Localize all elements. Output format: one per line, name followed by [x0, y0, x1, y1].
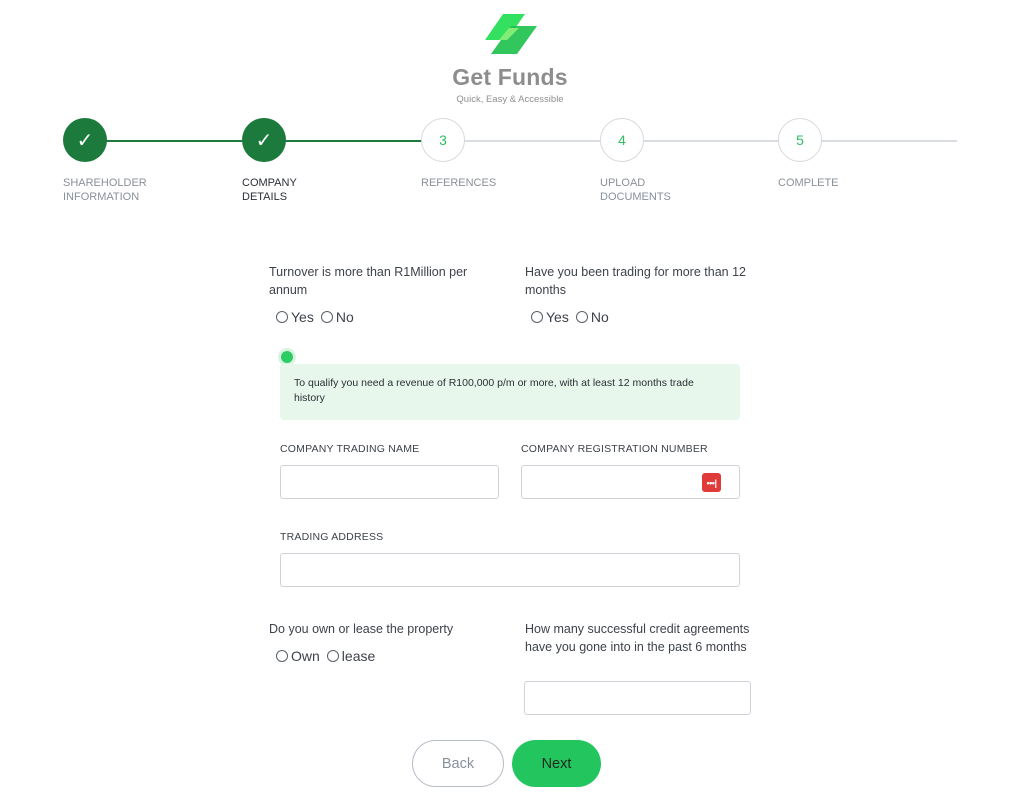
trading-address-field: [280, 553, 740, 587]
trading-question: Have you been trading for more than 12 m…: [525, 265, 746, 297]
radio-label: Yes: [546, 309, 569, 325]
next-button[interactable]: Next: [512, 740, 601, 787]
step-label: Complete: [778, 177, 839, 189]
logo-mark-icon: [485, 14, 537, 54]
property-radio-group: Own lease: [276, 648, 382, 664]
step-references[interactable]: 3 References: [421, 118, 581, 190]
radio-label: No: [335, 309, 354, 325]
step-label: Company Details: [242, 177, 297, 203]
trading-radio-group: Yes No: [531, 309, 616, 325]
property-own-radio[interactable]: [276, 650, 288, 662]
radio-label: No: [590, 309, 609, 325]
property-lease-radio[interactable]: [326, 650, 339, 662]
trading-name-field: [280, 465, 499, 499]
step-company-details[interactable]: ✓ Company Details: [242, 118, 402, 204]
turnover-no-radio[interactable]: [320, 311, 333, 323]
trading-name-input[interactable]: [281, 466, 498, 498]
step-label: Shareholder Information: [63, 177, 147, 203]
step-complete[interactable]: 5 Complete: [778, 118, 938, 190]
password-manager-icon[interactable]: •••|: [702, 473, 721, 492]
turnover-radio-group: Yes No: [276, 309, 361, 325]
radio-label: Yes: [291, 309, 314, 325]
registration-number-field: •••|: [521, 465, 740, 499]
step-upload-documents[interactable]: 4 Upload Documents: [600, 118, 760, 204]
qualification-notice: To qualify you need a revenue of R100,00…: [280, 364, 740, 420]
trading-address-label: TRADING ADDRESS: [280, 531, 384, 543]
registration-number-label: COMPANY REGISTRATION NUMBER: [521, 443, 708, 455]
radio-label: lease: [341, 648, 376, 664]
progress-stepper: ✓ Shareholder Information ✓ Company Detail…: [0, 118, 1028, 218]
brand-tagline: Quick, Easy & Accessible: [456, 94, 564, 105]
step-label: Upload Documents: [600, 177, 671, 203]
check-icon: ✓: [242, 118, 286, 162]
turnover-yes-radio[interactable]: [276, 311, 288, 323]
step-number: 5: [778, 118, 822, 162]
step-label: References: [421, 177, 497, 189]
credit-agreements-field: [524, 681, 751, 715]
radio-label: Own: [291, 648, 320, 664]
step-number: 3: [421, 118, 465, 162]
step-number: 4: [600, 118, 644, 162]
trading-yes-radio[interactable]: [531, 311, 543, 323]
trading-name-label: COMPANY TRADING NAME: [280, 443, 420, 455]
credit-agreements-question: How many successful credit agreements ha…: [525, 622, 750, 654]
step-shareholder-information[interactable]: ✓ Shareholder Information: [63, 118, 223, 204]
property-question: Do you own or lease the property: [269, 622, 454, 636]
trading-no-radio[interactable]: [575, 311, 588, 323]
trading-address-input[interactable]: [281, 554, 739, 586]
credit-agreements-input[interactable]: [525, 682, 750, 714]
turnover-question: Turnover is more than R1Million per annu…: [269, 265, 468, 297]
back-button[interactable]: Back: [412, 740, 504, 787]
brand-name: Get Funds: [452, 64, 568, 90]
check-icon: ✓: [63, 118, 107, 162]
